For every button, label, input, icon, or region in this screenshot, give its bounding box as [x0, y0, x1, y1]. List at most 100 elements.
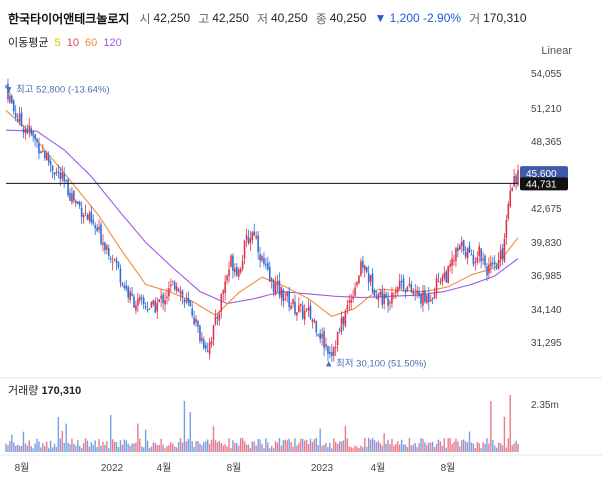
candle-body — [313, 320, 316, 323]
candle-body — [100, 224, 102, 244]
volume-bar — [106, 441, 108, 452]
volume-bar — [272, 448, 275, 452]
candle-body — [284, 298, 287, 300]
volume-bar — [166, 446, 168, 452]
volume-bar — [158, 444, 160, 452]
volume-bar — [191, 441, 193, 452]
candle-body — [429, 299, 432, 302]
candle-body — [495, 266, 498, 269]
volume-bar — [150, 446, 153, 452]
volume-bar — [497, 442, 500, 452]
volume-bar — [243, 441, 246, 452]
candle-body — [352, 297, 354, 300]
candle-body — [98, 226, 100, 230]
candle-body — [40, 151, 42, 154]
candle-body — [356, 282, 358, 286]
candle-body — [177, 288, 180, 292]
volume-bar — [408, 437, 411, 452]
volume-bar — [393, 445, 395, 452]
candle-body — [78, 201, 81, 206]
volume-bar — [389, 444, 391, 452]
candle-body — [43, 151, 46, 159]
candle-body — [435, 278, 438, 293]
candle-body — [334, 346, 337, 348]
volume-bar — [362, 447, 364, 452]
volume-bar — [294, 438, 296, 452]
candle-body — [455, 247, 457, 261]
volume-bar — [22, 431, 25, 452]
volume-bar — [265, 438, 267, 452]
volume-bar — [127, 443, 129, 452]
candle-body — [468, 245, 471, 253]
candle-body — [424, 290, 426, 302]
candle-body — [166, 296, 168, 298]
candle-body — [38, 143, 40, 154]
candle-body — [212, 325, 215, 340]
candle-body — [472, 254, 475, 265]
candle-body — [137, 298, 139, 306]
candle-body — [59, 172, 62, 180]
candle-body — [391, 292, 393, 304]
candle-body — [412, 291, 415, 295]
volume-bar — [224, 444, 226, 452]
candle-body — [125, 285, 128, 289]
x-tick-label: 8월 — [227, 462, 242, 474]
candle-body — [204, 345, 207, 349]
volume-bar — [492, 439, 494, 452]
candle-body — [210, 340, 213, 345]
volume-bar — [269, 448, 271, 452]
volume-bar — [274, 441, 277, 452]
y-tick-label: 51,210 — [531, 104, 562, 115]
candle-body — [323, 331, 325, 348]
candle-body — [84, 212, 87, 214]
candle-body — [261, 256, 263, 261]
candle-body — [224, 281, 226, 293]
volume-bar — [139, 438, 141, 452]
candle-body — [115, 259, 118, 263]
candle-body — [453, 260, 455, 262]
candle-body — [383, 293, 385, 304]
candle-body — [255, 236, 257, 239]
candle-body — [168, 288, 170, 297]
volume-bar — [175, 447, 178, 452]
candle-body — [338, 329, 341, 331]
volume-bar — [443, 438, 446, 452]
price-chart[interactable]: 54,05551,21048,36545,52042,67539,83036,9… — [0, 0, 602, 483]
volume-bar — [398, 444, 401, 452]
candle-body — [517, 170, 519, 186]
candle-body — [201, 337, 203, 341]
candle-body — [113, 258, 116, 260]
volume-bar — [474, 448, 477, 452]
volume-bar — [228, 438, 230, 452]
candle-body — [408, 283, 411, 286]
candle-body — [331, 352, 333, 357]
candle-body — [71, 193, 73, 203]
volume-bar — [253, 441, 255, 452]
low-annotation: ▲ 최저 30,100 (51.50%) — [324, 359, 426, 370]
candle-body — [179, 291, 182, 295]
candle-body — [127, 287, 129, 298]
volume-bar — [395, 443, 397, 452]
candle-body — [156, 303, 159, 312]
candle-body — [267, 263, 269, 270]
volume-bar — [238, 445, 240, 452]
candle-body — [222, 290, 225, 294]
volume-bar — [259, 439, 261, 452]
volume-bar — [371, 437, 374, 452]
candle-body — [158, 299, 161, 302]
candle-body — [28, 125, 31, 131]
volume-bar — [98, 439, 100, 452]
candle-body — [251, 232, 254, 241]
volume-bar — [416, 447, 418, 452]
volume-bar — [123, 439, 126, 452]
candle-body — [298, 305, 300, 312]
candle-body — [286, 291, 289, 297]
candle-body — [367, 273, 370, 283]
y-tick-label: 48,365 — [531, 137, 562, 148]
volume-bar — [53, 443, 56, 452]
candle-body — [47, 155, 50, 163]
candle-body — [400, 281, 403, 283]
volume-bar — [55, 447, 58, 452]
candle-body — [336, 331, 339, 346]
volume-bar — [276, 442, 279, 452]
